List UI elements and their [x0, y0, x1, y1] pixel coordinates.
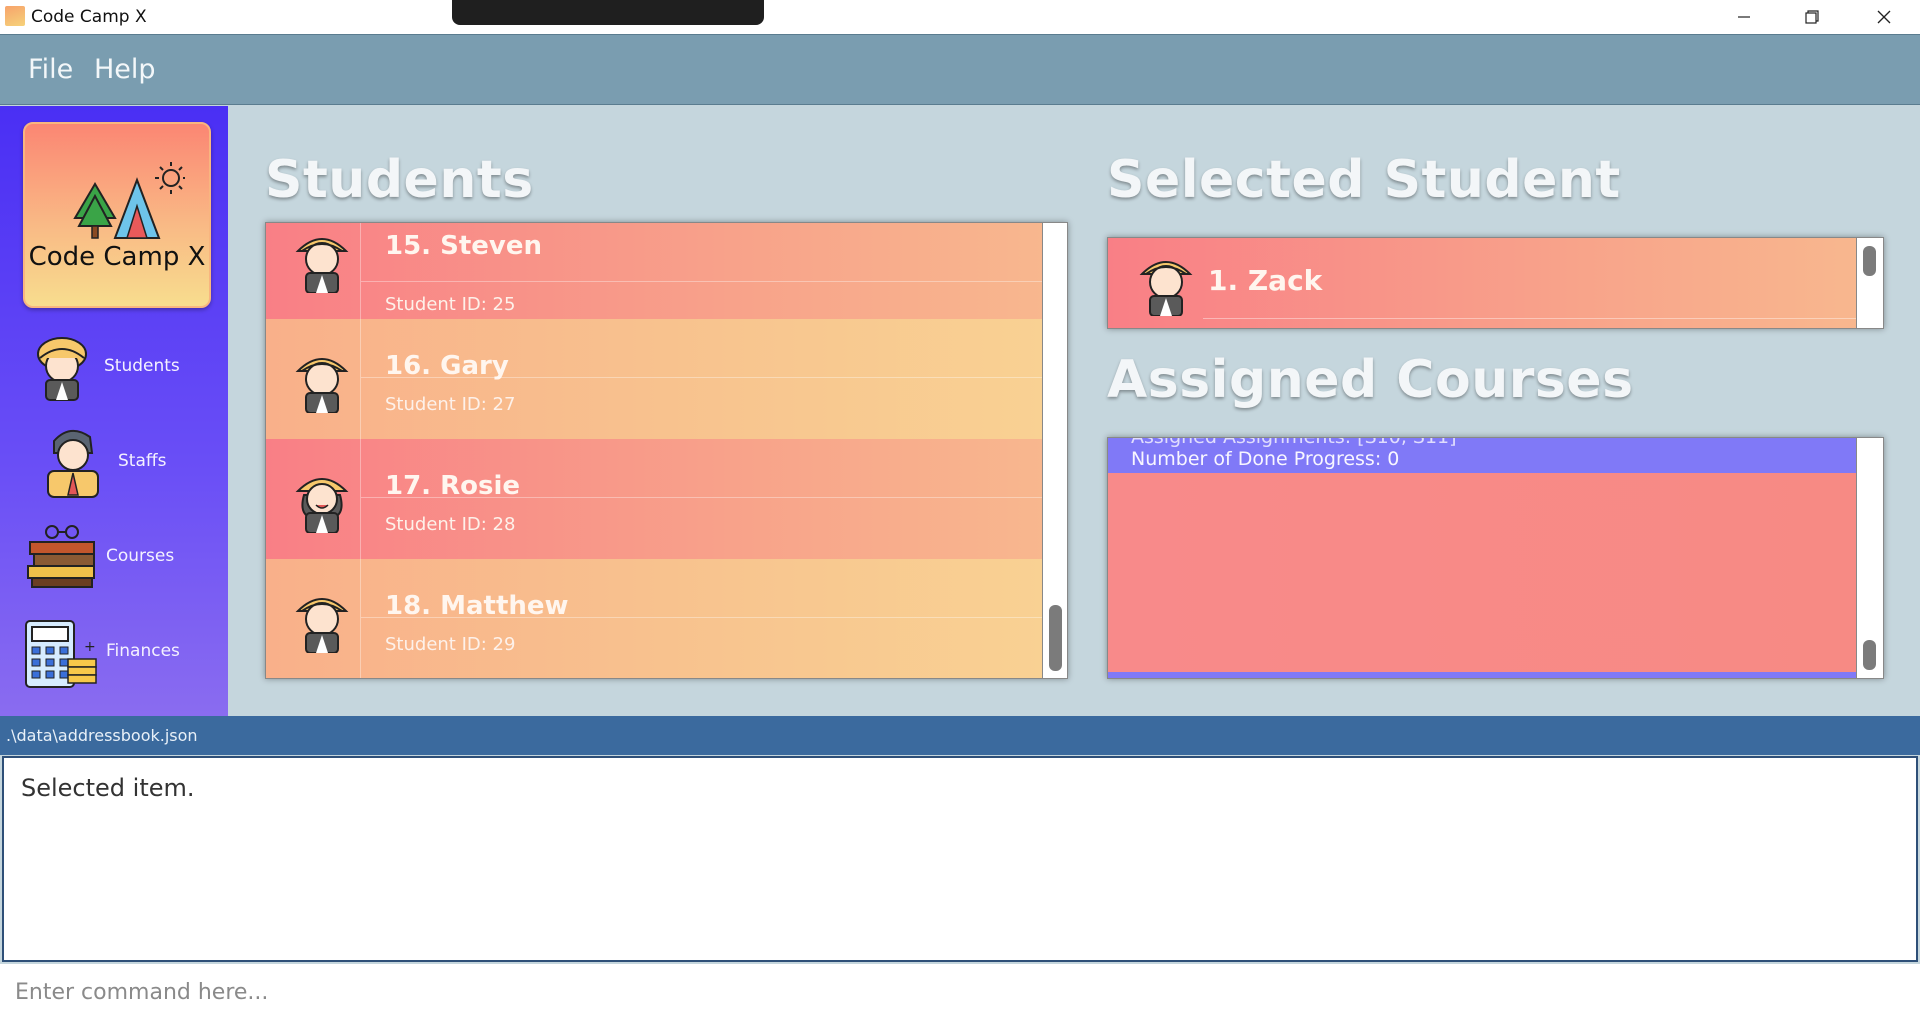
list-item[interactable]: 15. Steven Student ID: 25: [266, 223, 1043, 319]
sidebar-item-label: Courses: [106, 546, 175, 566]
card-divider: [361, 377, 1043, 378]
avatar-column: [266, 223, 361, 319]
restore-icon[interactable]: [1778, 0, 1846, 34]
selected-student-panel[interactable]: 1. Zack: [1107, 237, 1884, 329]
student-id: Student ID: 29: [385, 634, 516, 655]
overlay-bar: [452, 0, 764, 25]
scrollbar-thumb[interactable]: [1049, 605, 1062, 671]
file-path: .\data\addressbook.json: [6, 726, 198, 745]
menu-help[interactable]: Help: [94, 54, 156, 85]
card-divider: [1203, 318, 1858, 319]
student-icon: [37, 337, 87, 401]
finances-icon: +: [25, 620, 97, 688]
done-progress-text: Number of Done Progress: 0: [1131, 448, 1400, 470]
list-item[interactable]: 18. Matthew Student ID: 29: [266, 559, 1043, 678]
assigned-assignments-text: Assigned Assignments: [S10, S11]: [1131, 437, 1457, 448]
menu-file[interactable]: File: [28, 54, 73, 85]
courses-icon: [27, 525, 95, 588]
student-avatar-icon: [295, 598, 349, 653]
selected-student-scrollbar[interactable]: [1856, 238, 1883, 328]
staff-icon: [47, 430, 99, 498]
assigned-course-card[interactable]: Assigned Assignments: [S10, S11] Number …: [1108, 437, 1858, 678]
card-divider: [361, 281, 1043, 282]
camp-logo-icon: [73, 162, 185, 239]
students-heading: Students: [265, 150, 534, 210]
sidebar-item-courses[interactable]: Courses: [0, 516, 228, 606]
result-display[interactable]: Selected item.: [2, 756, 1918, 962]
sidebar-item-finances[interactable]: + Finances: [0, 611, 228, 701]
avatar-column: [266, 319, 361, 439]
course-footer-band: [1108, 672, 1858, 678]
student-id: Student ID: 25: [385, 294, 516, 315]
sidebar-item-label: Finances: [106, 641, 180, 661]
student-list-scrollbar[interactable]: [1042, 223, 1067, 678]
card-divider: [361, 497, 1043, 498]
avatar-column: [266, 439, 361, 559]
menu-bar: File Help: [0, 34, 1920, 105]
sidebar: Code Camp X Students Staffs Courses + Fi…: [0, 106, 228, 716]
title-bar: Code Camp X: [0, 0, 1920, 34]
sidebar-item-staffs[interactable]: Staffs: [0, 421, 228, 511]
app-logo-card: Code Camp X: [23, 122, 211, 308]
sidebar-item-students[interactable]: Students: [0, 326, 228, 416]
card-divider: [361, 617, 1043, 618]
selected-student-heading: Selected Student: [1107, 150, 1621, 210]
selected-student-card[interactable]: 1. Zack: [1108, 238, 1858, 328]
app-logo-icon: [5, 6, 25, 26]
student-avatar-icon: [295, 238, 349, 293]
student-list-viewport: 15. Steven Student ID: 25 16. Gary Stude…: [266, 223, 1043, 678]
student-avatar-icon: [295, 358, 349, 413]
minimize-icon[interactable]: [1710, 0, 1778, 34]
list-item[interactable]: 17. Rosie Student ID: 28: [266, 439, 1043, 559]
selected-student-name: 1. Zack: [1208, 264, 1323, 297]
close-icon[interactable]: [1850, 0, 1918, 34]
sidebar-item-label: Students: [104, 356, 180, 376]
list-item[interactable]: 16. Gary Student ID: 27: [266, 319, 1043, 439]
window-title: Code Camp X: [31, 7, 147, 27]
assigned-courses-scrollbar[interactable]: [1856, 438, 1883, 678]
scrollbar-thumb[interactable]: [1863, 246, 1876, 276]
student-avatar-icon: [1139, 261, 1193, 316]
sidebar-item-label: Staffs: [118, 451, 167, 471]
command-input[interactable]: [0, 964, 1920, 1020]
assigned-courses-panel[interactable]: Assigned Assignments: [S10, S11] Number …: [1107, 437, 1884, 679]
student-avatar-icon: [295, 478, 349, 533]
logo-title: Code Camp X: [28, 242, 206, 272]
svg-text:+: +: [84, 639, 96, 655]
student-name: 15. Steven: [385, 231, 542, 261]
student-id: Student ID: 27: [385, 394, 516, 415]
result-message: Selected item.: [21, 774, 195, 802]
student-list[interactable]: 15. Steven Student ID: 25 16. Gary Stude…: [265, 222, 1068, 679]
assigned-courses-heading: Assigned Courses: [1107, 350, 1634, 410]
scrollbar-thumb[interactable]: [1863, 640, 1876, 670]
student-id: Student ID: 28: [385, 514, 516, 535]
status-bar: .\data\addressbook.json: [0, 716, 1920, 755]
avatar-column: [266, 559, 361, 678]
